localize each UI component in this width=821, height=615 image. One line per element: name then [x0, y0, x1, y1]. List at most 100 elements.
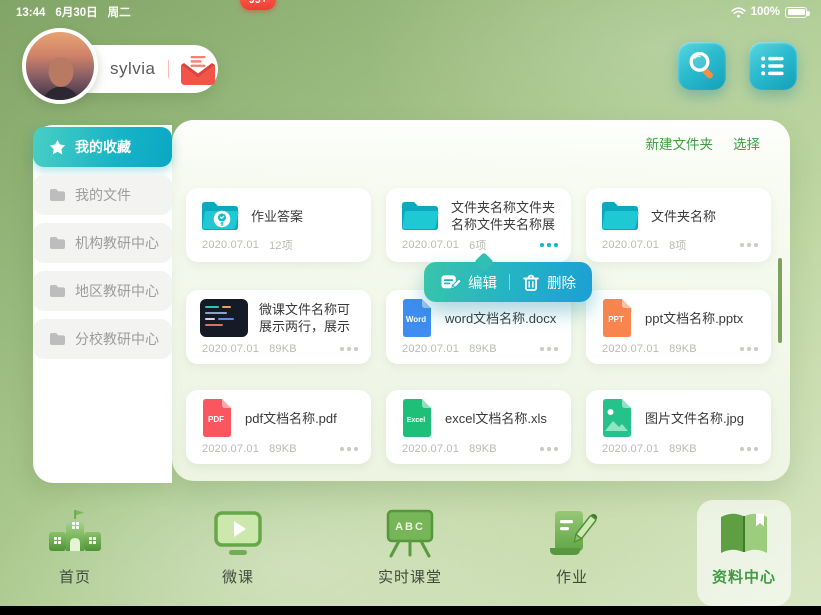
delete-button[interactable]: 删除	[522, 272, 576, 293]
file-title: 作业答案	[251, 208, 359, 225]
file-card[interactable]: 图片文件名称.jpg 2020.07.01 89KB	[586, 390, 771, 464]
homework-pencil-icon	[542, 507, 602, 563]
search-icon	[682, 46, 722, 86]
battery-icon	[785, 7, 807, 18]
nav-item-resource-center[interactable]: 资料中心	[684, 507, 804, 587]
panel-toolbar: 新建文件夹 选择	[646, 133, 761, 153]
avatar[interactable]	[22, 28, 98, 104]
more-options-button[interactable]	[740, 240, 758, 250]
status-datetime: 13:446月30日周二	[16, 4, 141, 20]
unread-badge: 99+	[240, 0, 276, 10]
file-meta: 89KB	[469, 443, 497, 455]
nav-label: 资料中心	[712, 566, 776, 587]
folder-icon	[49, 284, 66, 298]
nav-label: 微课	[222, 566, 254, 587]
more-options-button[interactable]	[740, 444, 758, 454]
more-options-button[interactable]	[540, 240, 558, 250]
nav-item-homework[interactable]: 作业	[512, 507, 632, 587]
file-card[interactable]: 作业答案 2020.07.01 12项	[186, 188, 371, 262]
star-icon	[49, 139, 66, 155]
nav-label: 作业	[556, 566, 588, 587]
svg-text:Word: Word	[406, 315, 426, 324]
list-icon	[755, 48, 791, 84]
file-meta: 89KB	[469, 343, 497, 355]
status-date: 6月30日	[55, 7, 97, 19]
more-options-button[interactable]	[340, 344, 358, 354]
status-time: 13:44	[16, 7, 45, 19]
file-date: 2020.07.01	[602, 239, 659, 251]
file-title: 图片文件名称.jpg	[645, 410, 759, 427]
file-card[interactable]: 文件夹名称文件夹名称文件夹名称展示不用... 2020.07.01 6项	[386, 188, 571, 262]
file-meta: 6项	[469, 237, 487, 253]
sidebar-item-label: 分校教研中心	[75, 329, 159, 349]
folder-icon	[49, 332, 66, 346]
search-button[interactable]	[678, 42, 726, 90]
file-date: 2020.07.01	[202, 343, 259, 355]
home-school-icon	[45, 507, 105, 563]
battery-percent: 100%	[751, 6, 780, 18]
popup-divider	[509, 274, 510, 290]
file-title: word文档名称.docx	[445, 310, 559, 327]
wifi-icon	[731, 7, 746, 18]
file-title: 文件夹名称	[651, 208, 759, 225]
sidebar: 我的收藏 我的文件 机构教研中心 地区教研中心 分校教研中心	[33, 125, 172, 483]
folder-bulb-icon	[200, 200, 240, 232]
profile-username: sylvia	[110, 59, 156, 79]
file-title: ppt文档名称.pptx	[645, 310, 759, 327]
blackboard-icon: ABC	[380, 507, 440, 563]
folder-icon	[600, 200, 640, 232]
list-menu-button[interactable]	[749, 42, 797, 90]
file-meta: 12项	[269, 237, 293, 253]
file-meta: 89KB	[269, 443, 297, 455]
edit-label: 编辑	[468, 272, 497, 293]
sidebar-item-region-center[interactable]: 地区教研中心	[33, 271, 172, 311]
app-root: 13:446月30日周二 100% sylvia 99+	[0, 0, 821, 615]
sidebar-item-favorites[interactable]: 我的收藏	[33, 127, 172, 167]
word-file-icon: Word	[400, 298, 434, 338]
file-card[interactable]: 微课文件名称可展示两行，展示不全时用... 2020.07.01 89KB	[186, 290, 371, 364]
nav-item-live-class[interactable]: ABC 实时课堂	[350, 507, 470, 587]
more-options-button[interactable]	[740, 344, 758, 354]
file-meta: 89KB	[669, 343, 697, 355]
sidebar-item-my-files[interactable]: 我的文件	[33, 175, 172, 215]
excel-file-icon: Excel	[400, 398, 434, 438]
file-card[interactable]: Excel excel文档名称.xls 2020.07.01 89KB	[386, 390, 571, 464]
file-card[interactable]: 文件夹名称 2020.07.01 8项	[586, 188, 771, 262]
file-card[interactable]: PPT ppt文档名称.pptx 2020.07.01 89KB	[586, 290, 771, 364]
sidebar-item-org-center[interactable]: 机构教研中心	[33, 223, 172, 263]
folder-icon	[400, 200, 440, 232]
file-date: 2020.07.01	[202, 239, 259, 251]
nav-item-microcourse[interactable]: 微课	[178, 507, 298, 587]
edit-button[interactable]: 编辑	[440, 272, 497, 293]
file-date: 2020.07.01	[602, 343, 659, 355]
pdf-file-icon: PDF	[200, 398, 234, 438]
file-date: 2020.07.01	[202, 443, 259, 455]
more-options-button[interactable]	[540, 444, 558, 454]
nav-label: 首页	[59, 566, 91, 587]
status-bar: 13:446月30日周二 100%	[0, 3, 821, 21]
mail-button[interactable]	[178, 50, 218, 88]
svg-text:PDF: PDF	[208, 415, 224, 424]
sidebar-item-label: 地区教研中心	[75, 281, 159, 301]
file-title: 文件夹名称文件夹名称文件夹名称展示不用...	[451, 199, 559, 233]
file-meta: 8项	[669, 237, 687, 253]
more-options-button[interactable]	[540, 344, 558, 354]
more-options-button[interactable]	[340, 444, 358, 454]
new-folder-button[interactable]: 新建文件夹	[646, 133, 714, 153]
svg-text:ABC: ABC	[395, 521, 425, 533]
file-date: 2020.07.01	[402, 443, 459, 455]
image-file-icon	[600, 398, 634, 438]
select-button[interactable]: 选择	[733, 133, 760, 153]
sidebar-item-label: 我的收藏	[75, 137, 131, 157]
monitor-play-icon	[208, 507, 268, 563]
edit-icon	[440, 273, 461, 292]
sidebar-item-label: 我的文件	[75, 185, 131, 205]
file-date: 2020.07.01	[602, 443, 659, 455]
nav-item-home[interactable]: 首页	[15, 507, 135, 587]
svg-text:PPT: PPT	[608, 315, 624, 324]
sidebar-item-branch-center[interactable]: 分校教研中心	[33, 319, 172, 359]
file-title: pdf文档名称.pdf	[245, 410, 359, 427]
file-card[interactable]: PDF pdf文档名称.pdf 2020.07.01 89KB	[186, 390, 371, 464]
panel-scrollbar[interactable]	[778, 258, 782, 343]
delete-label: 删除	[547, 272, 576, 293]
